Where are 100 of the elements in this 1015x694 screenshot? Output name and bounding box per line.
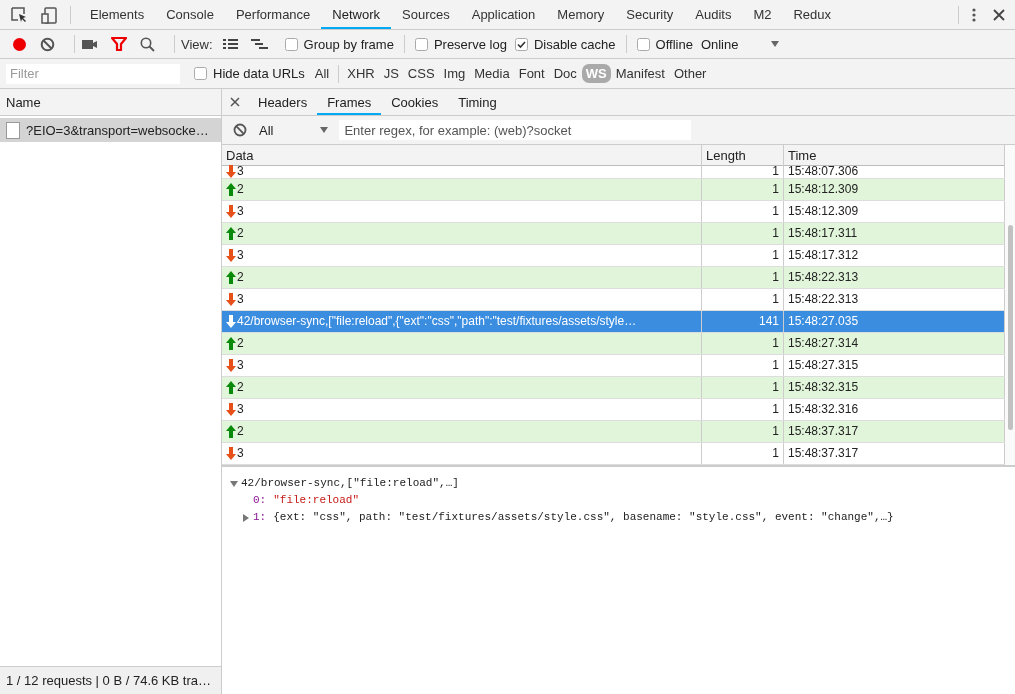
frame-data: 3 bbox=[237, 249, 244, 262]
frame-length: 141 bbox=[702, 311, 784, 332]
frame-length: 1 bbox=[702, 165, 784, 178]
close-icon[interactable] bbox=[993, 8, 1005, 21]
filter-field[interactable]: Filter bbox=[6, 63, 180, 84]
throttling-dropdown[interactable]: Online bbox=[700, 36, 781, 52]
caret-icon bbox=[770, 39, 781, 49]
detail-tab[interactable]: Timing bbox=[448, 89, 507, 115]
frame-length: 1 bbox=[702, 355, 784, 376]
type-filter[interactable]: Other bbox=[669, 64, 711, 83]
more-icon[interactable] bbox=[971, 6, 977, 23]
type-filter[interactable]: Doc bbox=[549, 64, 581, 83]
panel-tab[interactable]: Sources bbox=[391, 0, 461, 29]
message-summary: 42/browser-sync,["file:reload",…] bbox=[241, 476, 459, 491]
panel-tab[interactable]: Elements bbox=[79, 0, 156, 29]
frame-row[interactable]: 2 1 15:48:17.311 bbox=[222, 223, 1005, 245]
frame-length: 1 bbox=[702, 267, 784, 288]
checkbox-label[interactable]: Offline bbox=[655, 36, 693, 52]
frame-row[interactable]: 3 1 15:48:37.317 bbox=[222, 443, 1005, 465]
caret-icon bbox=[319, 125, 330, 135]
frame-row[interactable]: 2 1 15:48:27.314 bbox=[222, 333, 1005, 355]
property-value: "file:reload" bbox=[273, 493, 360, 508]
frame-data: 2 bbox=[237, 271, 244, 284]
panel-tab[interactable]: Application bbox=[460, 0, 547, 29]
property-key: 1: bbox=[253, 509, 267, 526]
view-label: View: bbox=[181, 36, 213, 52]
type-filter[interactable]: Font bbox=[514, 64, 549, 83]
panel-tab[interactable]: Performance bbox=[224, 0, 322, 29]
type-filter[interactable]: JS bbox=[379, 64, 403, 83]
inspect-icon[interactable] bbox=[10, 5, 28, 24]
panel-tab[interactable]: Security bbox=[615, 0, 685, 29]
status-bar: 1 / 12 requests | 0 B / 74.6 KB tra… bbox=[0, 666, 221, 694]
waterfall-icon[interactable] bbox=[250, 38, 268, 50]
frame-length: 1 bbox=[702, 179, 784, 200]
frame-data: 3 bbox=[237, 293, 244, 306]
request-row[interactable]: ?EIO=3&transport=websocke… bbox=[0, 118, 221, 142]
type-filter[interactable]: Media bbox=[470, 64, 514, 83]
frame-data: 3 bbox=[237, 403, 244, 416]
clear-icon[interactable] bbox=[40, 36, 55, 52]
checkbox[interactable] bbox=[414, 37, 428, 51]
frame-row[interactable]: 2 1 15:48:32.315 bbox=[222, 377, 1005, 399]
detail-tab[interactable]: Cookies bbox=[381, 89, 449, 115]
device-icon[interactable] bbox=[40, 5, 58, 24]
type-filter[interactable]: Manifest bbox=[611, 64, 669, 83]
property-value: {ext: "css", path: "test/fixtures/assets/style.css", basename: "style.css", event: "change",…} bbox=[273, 510, 894, 525]
type-filter[interactable]: CSS bbox=[403, 64, 439, 83]
frame-data: 3 bbox=[237, 165, 244, 178]
regex-filter-field[interactable]: Enter regex, for example: (web)?socket bbox=[339, 120, 692, 140]
checkbox[interactable] bbox=[514, 37, 528, 51]
frame-length: 1 bbox=[702, 421, 784, 442]
checkbox[interactable] bbox=[284, 37, 298, 51]
frame-length: 1 bbox=[702, 223, 784, 244]
document-icon bbox=[6, 121, 20, 139]
search-icon[interactable] bbox=[140, 36, 155, 52]
panel-tab[interactable]: M2 bbox=[742, 0, 783, 29]
list-view-icon[interactable] bbox=[222, 38, 238, 50]
frame-length: 1 bbox=[702, 443, 784, 464]
frame-data: 2 bbox=[237, 183, 244, 196]
frame-data: 2 bbox=[237, 381, 244, 394]
column-header[interactable]: Length bbox=[702, 145, 784, 165]
checkbox[interactable] bbox=[636, 37, 650, 51]
frame-length: 1 bbox=[702, 377, 784, 398]
record-icon[interactable] bbox=[12, 36, 27, 52]
frame-type-dropdown[interactable]: All bbox=[259, 122, 330, 138]
frame-length: 1 bbox=[702, 333, 784, 354]
type-filter[interactable]: All bbox=[310, 64, 334, 83]
panel-tab[interactable]: Console bbox=[155, 0, 225, 29]
checkbox-label[interactable]: Disable cache bbox=[533, 36, 616, 52]
frame-length: 1 bbox=[702, 399, 784, 420]
frame-data: 2 bbox=[237, 337, 244, 350]
frame-data: 42/browser-sync,["file:reload",{"ext":"css","path":"test/fixtures/assets/style… bbox=[237, 315, 637, 328]
collapsed-triangle-icon[interactable] bbox=[242, 513, 250, 522]
frame-length: 1 bbox=[702, 245, 784, 266]
checkbox-label[interactable]: Group by frame bbox=[303, 36, 394, 52]
camera-icon[interactable] bbox=[81, 38, 98, 50]
frame-length: 1 bbox=[702, 201, 784, 222]
type-filter[interactable]: XHR bbox=[343, 64, 379, 83]
property-key: 0: bbox=[253, 492, 267, 509]
close-icon[interactable] bbox=[230, 97, 240, 107]
clear-icon[interactable] bbox=[233, 123, 247, 137]
expanded-triangle-icon[interactable] bbox=[230, 479, 238, 488]
checkbox-label[interactable]: Hide data URLs bbox=[213, 66, 305, 81]
panel-tab[interactable]: Audits bbox=[684, 0, 743, 29]
panel-tab[interactable]: Redux bbox=[782, 0, 843, 29]
detail-tab[interactable]: Headers bbox=[248, 89, 318, 115]
type-filter[interactable]: Img bbox=[439, 64, 470, 83]
frame-row[interactable]: 2 1 15:48:22.313 bbox=[222, 267, 1005, 289]
checkbox-label[interactable]: Preserve log bbox=[433, 36, 507, 52]
checkbox[interactable] bbox=[194, 67, 207, 80]
frame-row[interactable]: 2 1 15:48:37.317 bbox=[222, 421, 1005, 443]
panel-tab[interactable]: Memory bbox=[546, 0, 616, 29]
filter-icon[interactable] bbox=[111, 37, 127, 51]
frame-data: 2 bbox=[237, 425, 244, 438]
frame-row[interactable]: 2 1 15:48:12.309 bbox=[222, 179, 1005, 201]
frame-data: 3 bbox=[237, 359, 244, 372]
frame-data: 3 bbox=[237, 205, 244, 218]
frame-data: 3 bbox=[237, 447, 244, 460]
frame-data: 2 bbox=[237, 227, 244, 240]
column-header: Name bbox=[0, 89, 221, 116]
frame-length: 1 bbox=[702, 289, 784, 310]
